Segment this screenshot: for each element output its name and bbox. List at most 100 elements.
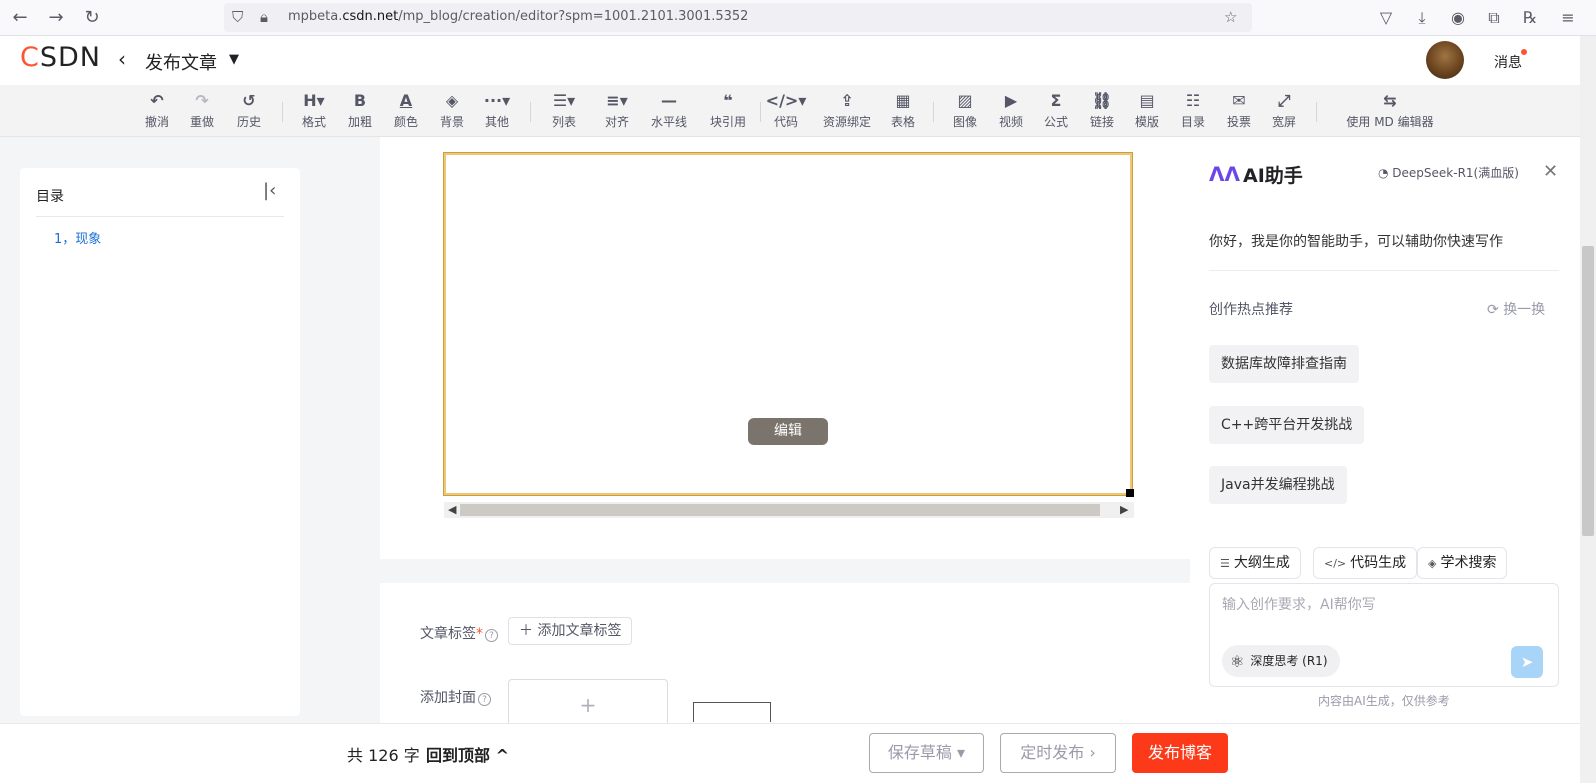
shield-icon[interactable]: ⛉	[232, 8, 243, 26]
toolbar-table-button[interactable]: ▦ 表格	[877, 90, 929, 130]
edit-embed-button[interactable]: 编辑	[748, 418, 828, 445]
suggestion-chip[interactable]: C++跨平台开发挑战	[1209, 406, 1365, 444]
heading-icon: H▾	[303, 91, 325, 110]
toolbar-list-button[interactable]: ☰▾ 列表	[538, 90, 590, 130]
ai-logo-icon: ᐱᐱ	[1209, 162, 1240, 186]
suggestion-chip[interactable]: 数据库故障排查指南	[1209, 345, 1359, 383]
chevron-down-icon: ▾	[957, 743, 966, 762]
toolbar-hr-button[interactable]: — 水平线	[643, 90, 695, 130]
account-icon[interactable]: ◉	[1447, 7, 1469, 29]
ai-prompt-input[interactable]: 输入创作要求，AI帮你写 ⚛ 深度思考 (R1) ➤	[1209, 583, 1559, 687]
toolbar-formula-button[interactable]: Σ 公式	[1030, 90, 1082, 130]
hot-topics-title: 创作热点推荐	[1209, 302, 1293, 318]
resize-handle[interactable]	[1126, 489, 1134, 497]
toolbar-bold-button[interactable]: B 加粗	[334, 90, 386, 130]
send-icon[interactable]: ➤	[1511, 646, 1543, 678]
scroll-left-icon[interactable]: ◀	[448, 502, 456, 518]
widescreen-icon: ⤢	[1277, 91, 1291, 110]
address-bar[interactable]: ⛉ 🔒︎ mpbeta.csdn.net/mp_blog/creation/ed…	[224, 3, 1252, 32]
avatar[interactable]	[1426, 41, 1464, 79]
toolbar-code-button[interactable]: </>▾ 代码	[760, 90, 812, 130]
browser-menu-icon[interactable]: ≡	[1557, 7, 1579, 29]
ai-divider	[1209, 270, 1559, 271]
toolbar-resource-button[interactable]: ⇪ 资源绑定	[816, 90, 878, 130]
close-icon[interactable]: ✕	[1543, 161, 1558, 182]
toolbar-template-button[interactable]: ▤ 模版	[1121, 90, 1173, 130]
code-icon: </>▾	[765, 91, 807, 110]
code-generate-button[interactable]: </> 代码生成	[1313, 547, 1418, 579]
academic-search-button[interactable]: ◈ 学术搜索	[1417, 547, 1508, 579]
toc-title: 目录	[36, 189, 64, 205]
more-icon: ···▾	[483, 91, 511, 110]
toolbar-format-button[interactable]: H▾ 格式	[288, 90, 340, 130]
formula-icon: Σ	[1050, 91, 1062, 110]
csdn-logo[interactable]: CSDN	[20, 42, 101, 73]
atom-icon: ⚛	[1230, 652, 1245, 671]
footer-bar: 共 126 字 回到顶部 ^ 保存草稿 ▾ 定时发布 › 发布博客	[0, 723, 1580, 783]
notification-dot	[1521, 49, 1527, 55]
outline-icon: ☰	[1220, 557, 1230, 570]
schedule-publish-button[interactable]: 定时发布 ›	[1000, 733, 1116, 773]
model-selector[interactable]: ◔ DeepSeek-R1(满血版)	[1378, 164, 1519, 181]
back-chevron-icon[interactable]: ‹	[118, 47, 126, 71]
history-icon: ↺	[242, 91, 256, 110]
save-draft-button[interactable]: 保存草稿 ▾	[869, 733, 984, 773]
page-title[interactable]: 发布文章	[145, 49, 217, 75]
scroll-right-icon[interactable]: ▶	[1120, 502, 1128, 518]
toolbar-md-editor-button[interactable]: ⇆ 使用 MD 编辑器	[1333, 90, 1447, 130]
browser-reload-icon[interactable]: ↻	[80, 6, 104, 30]
outline-generate-button[interactable]: ☰ 大纲生成	[1209, 547, 1301, 579]
bookmark-star-icon[interactable]: ☆	[1224, 8, 1237, 26]
table-icon: ▦	[895, 91, 911, 110]
help-icon[interactable]: ?	[478, 693, 491, 706]
ai-input-placeholder: 输入创作要求，AI帮你写	[1222, 597, 1376, 613]
toolbar-separator	[282, 102, 283, 122]
vertical-scrollbar[interactable]	[1580, 36, 1596, 783]
lock-icon[interactable]: 🔒︎	[260, 8, 268, 26]
messages-link[interactable]: 消息	[1494, 52, 1522, 72]
publish-button[interactable]: 发布博客	[1132, 733, 1228, 773]
reader-icon[interactable]: ℞	[1519, 7, 1541, 29]
site-header: CSDN ‹ 发布文章 ▼ 消息	[0, 36, 1596, 85]
collapse-sidebar-icon[interactable]: |‹	[263, 180, 276, 201]
toolbar-color-button[interactable]: A 颜色	[380, 90, 432, 130]
bold-icon: B	[353, 91, 367, 110]
editor-toolbar: ↶ 撤消 ↷ 重做 ↺ 历史 H▾ 格式 B 加粗 A 颜色 ◈ 背景 ···▾ 其他 ☰▾ 列表…	[0, 85, 1580, 137]
browser-back-icon[interactable]: ←	[8, 6, 32, 30]
align-icon: ≡▾	[606, 91, 628, 110]
pocket-icon[interactable]: ▽	[1375, 7, 1397, 29]
word-count: 共 126 字	[347, 746, 420, 765]
horizontal-rule-icon: —	[661, 91, 677, 110]
suggestion-chip[interactable]: Java并发编程挑战	[1209, 466, 1347, 504]
code-icon: </>	[1324, 557, 1347, 570]
toolbar-separator	[933, 102, 934, 122]
url-text[interactable]: mpbeta.csdn.net/mp_blog/creation/editor?…	[288, 9, 748, 24]
back-to-top-link[interactable]: 回到顶部 ^	[426, 742, 509, 766]
browser-forward-icon[interactable]: →	[44, 6, 68, 30]
toc-item[interactable]: 1，现象	[54, 228, 101, 247]
extensions-icon[interactable]: ⧉	[1483, 7, 1505, 29]
toc-icon: ☷	[1185, 91, 1201, 110]
scrollbar-thumb[interactable]	[460, 504, 1100, 516]
toolbar-image-button[interactable]: ▨ 图像	[939, 90, 991, 130]
toolbar-align-button[interactable]: ≡▾ 对齐	[591, 90, 643, 130]
title-dropdown-icon[interactable]: ▼	[229, 52, 239, 67]
scrollbar-thumb[interactable]	[1582, 246, 1594, 536]
toolbar-redo-button[interactable]: ↷ 重做	[176, 90, 228, 130]
chevron-up-icon: ^	[490, 746, 509, 765]
cover-upload[interactable]: +	[508, 679, 668, 729]
toolbar-blockquote-button[interactable]: ❝ 块引用	[702, 90, 754, 130]
toolbar-history-button[interactable]: ↺ 历史	[223, 90, 275, 130]
deep-think-toggle[interactable]: ⚛ 深度思考 (R1)	[1222, 645, 1340, 677]
refresh-button[interactable]: ⟳ 换一换	[1487, 299, 1545, 319]
cover-option[interactable]	[693, 702, 771, 722]
toolbar-widescreen-button[interactable]: ⤢ 宽屏	[1258, 90, 1310, 130]
download-icon[interactable]: ⤓	[1411, 7, 1433, 29]
toc-divider	[36, 216, 284, 217]
toolbar-other-button[interactable]: ···▾ 其他	[471, 90, 523, 130]
horizontal-scrollbar[interactable]: ◀ ▶	[444, 502, 1134, 518]
help-icon[interactable]: ?	[485, 629, 498, 642]
add-tag-button[interactable]: ＋ 添加文章标签	[508, 617, 633, 645]
toc-sidebar: 目录 |‹ 1，现象	[20, 168, 300, 716]
toolbar-toc-button[interactable]: ☷ 目录	[1167, 90, 1219, 130]
